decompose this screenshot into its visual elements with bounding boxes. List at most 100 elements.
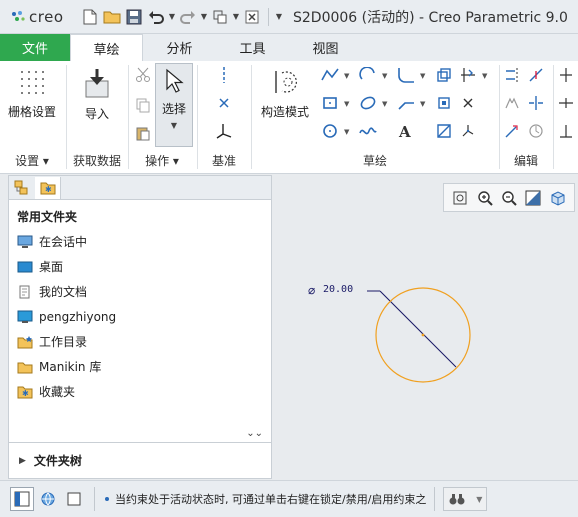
refit-icon[interactable]	[450, 188, 470, 208]
divide-icon[interactable]	[526, 65, 546, 85]
horizontal-constraint-icon[interactable]	[556, 93, 576, 113]
model-tree-icon	[14, 180, 28, 194]
save-icon[interactable]	[124, 7, 144, 27]
folder-item[interactable]: 桌面	[9, 254, 271, 279]
coordinate-system-icon[interactable]	[214, 121, 234, 141]
group-label-settings[interactable]: 设置 ▾	[0, 152, 64, 169]
arc-dropdown-icon[interactable]: ▼	[382, 72, 387, 80]
folder-item-label: 收藏夹	[39, 385, 76, 399]
folder-item[interactable]: pengzhiyong	[9, 304, 271, 329]
palette-icon[interactable]	[458, 121, 478, 141]
thicken-icon[interactable]	[434, 93, 454, 113]
delete-segment-icon[interactable]	[458, 93, 478, 113]
folder-item[interactable]: 我的文档	[9, 279, 271, 304]
arc-icon[interactable]	[358, 65, 378, 85]
favorites-tab[interactable]: ✱	[35, 176, 61, 199]
tab-tools[interactable]: 工具	[216, 34, 289, 61]
vertical-constraint-icon[interactable]	[556, 65, 576, 85]
fillet-icon[interactable]	[396, 65, 416, 85]
zoom-in-icon[interactable]	[475, 188, 495, 208]
dimension-value[interactable]: 20.00	[323, 284, 353, 295]
folder-item[interactable]: Manikin 库	[9, 354, 271, 379]
copy-icon[interactable]	[133, 95, 153, 115]
modify-dropdown-icon[interactable]: ▼	[482, 72, 487, 80]
ellipse-dropdown-icon[interactable]: ▼	[382, 100, 387, 108]
mirror-entities-icon[interactable]	[502, 93, 522, 113]
tab-sketch[interactable]: 草绘	[70, 34, 143, 61]
modify-icon[interactable]	[458, 65, 478, 85]
ellipse-icon[interactable]	[358, 93, 378, 113]
folder-item[interactable]: 工作目录	[9, 329, 271, 354]
circle-dropdown-icon[interactable]: ▼	[344, 128, 349, 136]
sketch-canvas[interactable]	[274, 175, 578, 479]
line-icon[interactable]	[320, 65, 340, 85]
import-button[interactable]: 导入	[77, 67, 117, 122]
status-message: 当约束处于活动状态时, 可通过单击右键在锁定/禁用/启用约束之	[105, 491, 426, 507]
in-session-icon	[17, 235, 33, 249]
tab-view[interactable]: 视图	[289, 34, 362, 61]
trim-icon[interactable]	[526, 93, 546, 113]
point-icon[interactable]	[214, 93, 234, 113]
zoom-out-icon[interactable]	[499, 188, 519, 208]
svg-text:✱: ✱	[45, 185, 52, 194]
rectangle-dropdown-icon[interactable]: ▼	[344, 100, 349, 108]
circle-center-point[interactable]	[421, 333, 425, 337]
redo-dropdown-icon[interactable]: ▼	[200, 7, 208, 27]
close-window-icon[interactable]	[242, 7, 262, 27]
folder-list: 在会话中 桌面 我的文档 pengzhiyong 工作目录 Manikin 库 ✱ 收藏夹	[9, 229, 271, 404]
construction-mode-button[interactable]: 构造模式	[256, 67, 314, 120]
selection-filter[interactable]: ▼	[443, 487, 488, 511]
quick-access-toolbar: ▼ ▼ ▼ ▼	[80, 7, 283, 27]
undo-dropdown-icon[interactable]: ▼	[168, 7, 176, 27]
customize-toolbar-icon[interactable]: ▼	[275, 7, 283, 27]
model-tree-tab[interactable]	[9, 177, 35, 199]
fullscreen-icon[interactable]	[62, 487, 86, 511]
toggle-navigator-icon[interactable]	[10, 487, 34, 511]
paste-icon[interactable]	[133, 123, 153, 143]
undo-icon[interactable]	[146, 7, 166, 27]
chamfer-icon[interactable]	[396, 93, 416, 113]
line-dropdown-icon[interactable]: ▼	[344, 72, 349, 80]
new-file-icon[interactable]	[80, 7, 100, 27]
redo-icon[interactable]	[178, 7, 198, 27]
common-folders-title: 常用文件夹	[17, 210, 78, 224]
tab-file[interactable]: 文件	[0, 34, 70, 61]
regenerate-icon[interactable]	[210, 7, 230, 27]
browser-icon[interactable]	[36, 487, 60, 511]
folder-item[interactable]: ✱ 收藏夹	[9, 379, 271, 404]
mirror-icon[interactable]	[502, 65, 522, 85]
folder-tree-toggle[interactable]: ▶ 文件夹树	[9, 442, 271, 478]
select-dropdown-icon[interactable]: ▼	[171, 121, 177, 130]
chamfer-dropdown-icon[interactable]: ▼	[420, 100, 425, 108]
project-icon[interactable]	[434, 121, 454, 141]
tab-analysis[interactable]: 分析	[143, 34, 216, 61]
display-style-icon[interactable]	[548, 188, 568, 208]
select-button[interactable]: 选择 ▼	[155, 63, 193, 147]
grid-settings-label: 栅格设置	[7, 105, 56, 119]
regenerate-dropdown-icon[interactable]: ▼	[232, 7, 240, 27]
repaint-icon[interactable]	[523, 188, 543, 208]
caret-right-icon: ▶	[19, 455, 26, 466]
text-icon[interactable]: A	[396, 121, 416, 141]
cut-icon[interactable]	[133, 65, 153, 85]
spline-icon[interactable]	[358, 121, 378, 141]
diameter-dimension-line[interactable]	[379, 290, 457, 368]
svg-text:✱: ✱	[22, 389, 29, 398]
grid-settings-button[interactable]: 栅格设置	[6, 67, 58, 120]
perpendicular-constraint-icon[interactable]	[556, 121, 576, 141]
fillet-dropdown-icon[interactable]: ▼	[420, 72, 425, 80]
rectangle-icon[interactable]	[320, 93, 340, 113]
folder-item[interactable]: 在会话中	[9, 229, 271, 254]
group-label-operations[interactable]: 操作 ▾	[129, 152, 195, 169]
open-folder-icon[interactable]	[102, 7, 122, 27]
group-operations: 选择 ▼ 操作 ▾	[129, 61, 195, 174]
centerline-icon[interactable]	[214, 65, 234, 85]
circle-icon[interactable]	[320, 121, 340, 141]
corner-icon[interactable]	[526, 121, 546, 141]
folder-item-label: 工作目录	[39, 335, 88, 349]
graphics-area[interactable]	[274, 175, 578, 479]
offset-icon[interactable]	[434, 65, 454, 85]
rotate-resize-icon[interactable]	[502, 121, 522, 141]
expand-chevron-icon[interactable]: ⌄⌄	[246, 428, 263, 439]
filter-dropdown-icon[interactable]: ▼	[476, 495, 482, 504]
